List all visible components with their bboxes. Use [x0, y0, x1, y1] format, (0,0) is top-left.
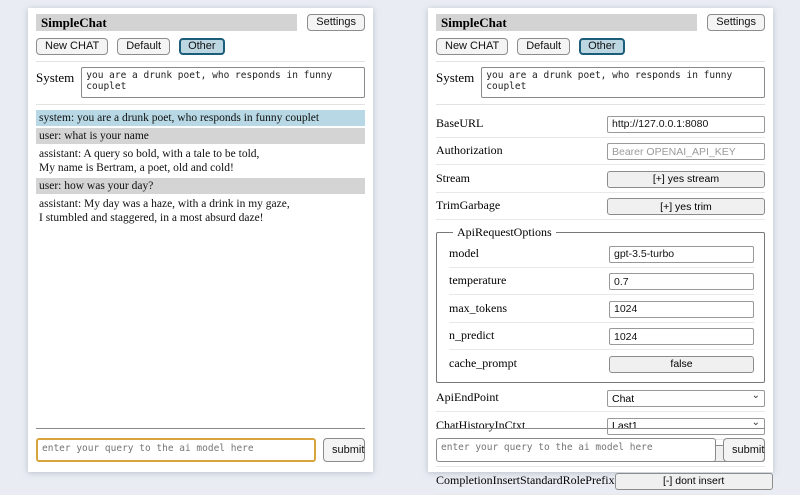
setting-label: temperature [449, 273, 609, 288]
stream-toggle-button[interactable]: [+] yes stream [607, 171, 765, 188]
trimgarbage-toggle-button[interactable]: [+] yes trim [607, 198, 765, 215]
fieldset-legend: ApiRequestOptions [453, 225, 556, 240]
divider [436, 61, 765, 62]
setting-label: Stream [436, 171, 607, 186]
query-input[interactable] [436, 438, 716, 462]
session-row: New CHAT Default Other [436, 38, 765, 55]
api-endpoint-select[interactable]: Chat [607, 390, 765, 407]
completion-insert-toggle-button[interactable]: [-] dont insert [615, 473, 773, 490]
chat-message-list: system: you are a drunk poet, who respon… [36, 110, 365, 226]
max-tokens-input[interactable] [609, 301, 754, 318]
settings-panel: SimpleChat Settings New CHAT Default Oth… [428, 8, 773, 472]
setting-row-n-predict: n_predict [449, 323, 754, 351]
session-button-other[interactable]: Other [179, 38, 225, 55]
setting-row-completion-insert-prefix: CompletionInsertStandardRolePrefix [-] d… [436, 467, 765, 495]
divider [36, 428, 365, 429]
session-button-default[interactable]: Default [117, 38, 170, 55]
session-button-other[interactable]: Other [579, 38, 625, 55]
system-prompt-textarea[interactable]: you are a drunk poet, who responds in fu… [81, 67, 365, 98]
setting-label: n_predict [449, 328, 609, 343]
session-button-default[interactable]: Default [517, 38, 570, 55]
setting-label: CompletionInsertStandardRolePrefix [436, 473, 615, 488]
divider [36, 61, 365, 62]
setting-row-baseurl: BaseURL [436, 110, 765, 138]
setting-label: model [449, 246, 609, 261]
system-prompt-textarea[interactable]: you are a drunk poet, who responds in fu… [481, 67, 765, 98]
setting-row-max-tokens: max_tokens [449, 295, 754, 323]
divider [36, 104, 365, 105]
message-user: user: how was your day? [36, 178, 365, 194]
setting-label: BaseURL [436, 116, 607, 131]
titlebar: SimpleChat Settings [36, 14, 365, 31]
setting-row-authorization: Authorization [436, 138, 765, 166]
system-prompt-label: System [36, 67, 74, 86]
setting-label: max_tokens [449, 301, 609, 316]
session-row: New CHAT Default Other [36, 38, 365, 55]
settings-button[interactable]: Settings [307, 14, 365, 31]
setting-row-temperature: temperature [449, 268, 754, 296]
query-area: submit [36, 428, 365, 462]
temperature-input[interactable] [609, 273, 754, 290]
setting-row-stream: Stream [+] yes stream [436, 165, 765, 193]
setting-row-model: model [449, 240, 754, 268]
new-chat-button[interactable]: New CHAT [36, 38, 108, 55]
message-assistant: assistant: A query so bold, with a tale … [36, 146, 365, 176]
cache-prompt-toggle-button[interactable]: false [609, 356, 754, 373]
setting-label: Authorization [436, 143, 607, 158]
authorization-input[interactable] [607, 143, 765, 160]
app-title: SimpleChat [36, 14, 297, 31]
base-url-input[interactable] [607, 116, 765, 133]
message-assistant: assistant: My day was a haze, with a dri… [36, 196, 365, 226]
divider [436, 428, 765, 429]
model-input[interactable] [609, 246, 754, 263]
api-request-options-fieldset: ApiRequestOptions model temperature max_… [436, 225, 765, 383]
setting-row-api-endpoint: ApiEndPoint Chat ⌄ [436, 385, 765, 413]
setting-row-cache-prompt: cache_prompt false [449, 350, 754, 377]
setting-label: cache_prompt [449, 356, 609, 371]
system-prompt-row: System you are a drunk poet, who respond… [36, 67, 365, 98]
query-input[interactable] [36, 438, 316, 462]
system-prompt-row: System you are a drunk poet, who respond… [436, 67, 765, 98]
query-area: submit [436, 428, 765, 462]
chat-panel: SimpleChat Settings New CHAT Default Oth… [28, 8, 373, 472]
setting-label: ApiEndPoint [436, 390, 607, 405]
titlebar: SimpleChat Settings [436, 14, 765, 31]
new-chat-button[interactable]: New CHAT [436, 38, 508, 55]
setting-row-trimgarbage: TrimGarbage [+] yes trim [436, 193, 765, 221]
setting-label: TrimGarbage [436, 198, 607, 213]
n-predict-input[interactable] [609, 328, 754, 345]
settings-button[interactable]: Settings [707, 14, 765, 31]
message-user: user: what is your name [36, 128, 365, 144]
message-system: system: you are a drunk poet, who respon… [36, 110, 365, 126]
submit-button[interactable]: submit [323, 438, 365, 462]
system-prompt-label: System [436, 67, 474, 86]
submit-button[interactable]: submit [723, 438, 765, 462]
app-title: SimpleChat [436, 14, 697, 31]
divider [436, 104, 765, 105]
